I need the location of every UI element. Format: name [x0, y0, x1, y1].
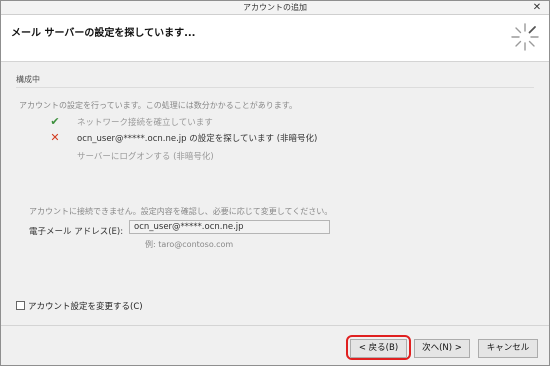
check-icon: ✔ — [50, 115, 60, 128]
email-field[interactable]: ocn_user@*****.ocn.ne.jp — [129, 220, 330, 234]
intro-text: アカウントの設定を行っています。この処理には数分かかることがあります。 — [19, 101, 297, 110]
dialog-header: メール サーバーの設定を探しています... — [1, 15, 549, 62]
window-title: アカウントの追加 — [243, 3, 307, 12]
add-account-dialog: アカウントの追加 ✕ メール サーバーの設定を探しています... 構成中 アカウ… — [0, 0, 550, 366]
email-example: 例: taro@contoso.com — [145, 240, 234, 249]
searching-spinner-icon — [511, 23, 539, 51]
footer-divider — [1, 325, 549, 326]
cancel-button[interactable]: キャンセル — [478, 339, 538, 358]
change-settings-label[interactable]: アカウント設定を変更する(C) — [28, 300, 143, 312]
step-logon: サーバーにログオンする (非暗号化) — [77, 152, 214, 162]
section-divider — [16, 87, 534, 88]
header-title: メール サーバーの設定を探しています... — [11, 28, 196, 39]
next-button[interactable]: 次へ(N) > — [414, 339, 470, 358]
step-network: ネットワーク接続を確立しています — [77, 118, 213, 128]
step-find-settings: ocn_user@*****.ocn.ne.jp の設定を探しています (非暗号… — [77, 134, 318, 144]
error-x-icon: ✕ — [50, 131, 60, 144]
title-bar: アカウントの追加 ✕ — [1, 1, 549, 15]
email-field-label: 電子メール アドレス(E): — [29, 227, 124, 237]
section-label: 構成中 — [16, 75, 40, 84]
close-icon[interactable]: ✕ — [531, 1, 543, 14]
change-settings-checkbox[interactable] — [16, 301, 25, 310]
back-button[interactable]: < 戻る(B) — [350, 339, 407, 358]
error-message: アカウントに接続できません。設定内容を確認し、必要に応じて変更してください。 — [29, 207, 333, 216]
